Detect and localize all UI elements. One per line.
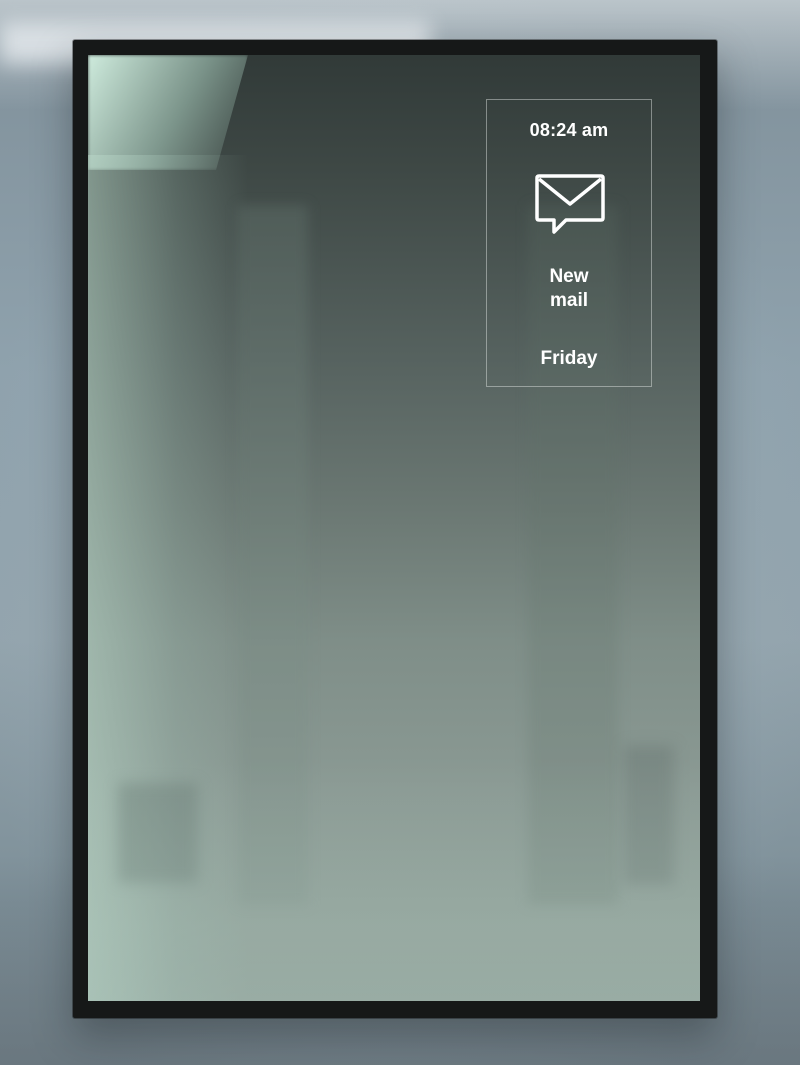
new-mail-label-line2: mail (549, 290, 589, 311)
smart-mirror-scene: { "widget": { "time": "08:24 am", "notif… (0, 0, 800, 1065)
clock-time: 08:24 am (529, 120, 609, 140)
new-mail-label-line1: New (549, 266, 589, 287)
glass-bottom-shine (88, 761, 700, 1001)
day-label: Friday (540, 348, 598, 369)
envelope-icon[interactable] (534, 172, 606, 238)
new-mail-label: New mail (487, 265, 651, 313)
notification-widget[interactable]: 08:24 am New mail Friday (486, 99, 652, 387)
glass-reflection-highlight (88, 55, 248, 170)
